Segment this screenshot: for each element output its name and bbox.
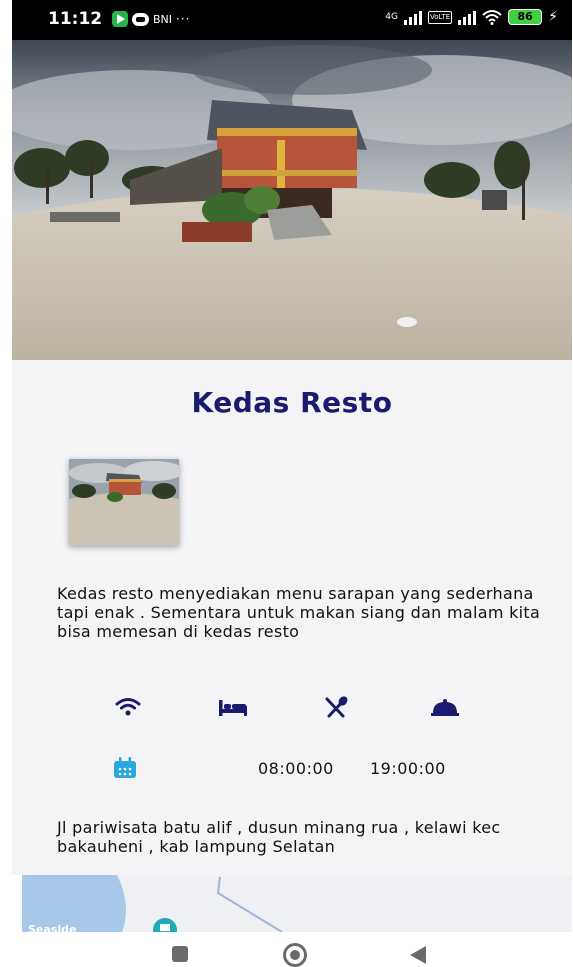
wifi-icon (115, 698, 141, 716)
place-thumbnail[interactable] (69, 459, 179, 545)
map-place-label: Seaside (28, 923, 77, 932)
signal-icon (403, 9, 422, 25)
status-notifications: BNI ··· (112, 11, 190, 27)
status-system-icons: 4G VoLTE 86 ⚡ (385, 9, 558, 25)
closing-time: 19:00:00 (370, 759, 446, 778)
home-button[interactable] (283, 943, 307, 967)
map-illustration (22, 875, 572, 932)
battery-icon: 86 (508, 9, 543, 25)
wifi-icon (482, 10, 502, 25)
place-address: Jl pariwisata batu alif , dusun minang r… (57, 818, 501, 856)
cloche-icon (431, 699, 459, 716)
hero-panorama-image[interactable] (12, 40, 572, 360)
signal-icon-secondary (458, 9, 477, 25)
status-time: 11:12 (48, 9, 103, 29)
calendar-icon (114, 757, 136, 778)
network-type-label: 4G (385, 11, 398, 22)
place-details: Kedas Resto Kedas resto menyediakan menu… (12, 360, 572, 875)
place-description: Kedas resto menyediakan menu sarapan yan… (57, 584, 541, 641)
thumbnail-illustration (69, 459, 179, 545)
charging-icon: ⚡ (548, 9, 558, 25)
more-notifications-icon: ··· (176, 12, 191, 26)
recent-apps-button[interactable] (172, 946, 188, 962)
page-title: Kedas Resto (191, 386, 393, 419)
bed-icon (219, 700, 247, 716)
system-navigation-bar (0, 932, 573, 967)
status-bar: 11:12 BNI ··· 4G VoLTE 86 ⚡ (12, 0, 572, 40)
location-map[interactable]: Seaside (22, 875, 572, 932)
back-button[interactable] (410, 946, 426, 964)
bank-notification-label: BNI (153, 12, 173, 26)
opening-time: 08:00:00 (258, 759, 334, 778)
app-play-icon (112, 11, 128, 27)
fork-spoon-icon (325, 696, 348, 718)
panorama-illustration (12, 40, 572, 360)
volte-icon: VoLTE (427, 10, 453, 24)
chat-icon (132, 12, 149, 26)
